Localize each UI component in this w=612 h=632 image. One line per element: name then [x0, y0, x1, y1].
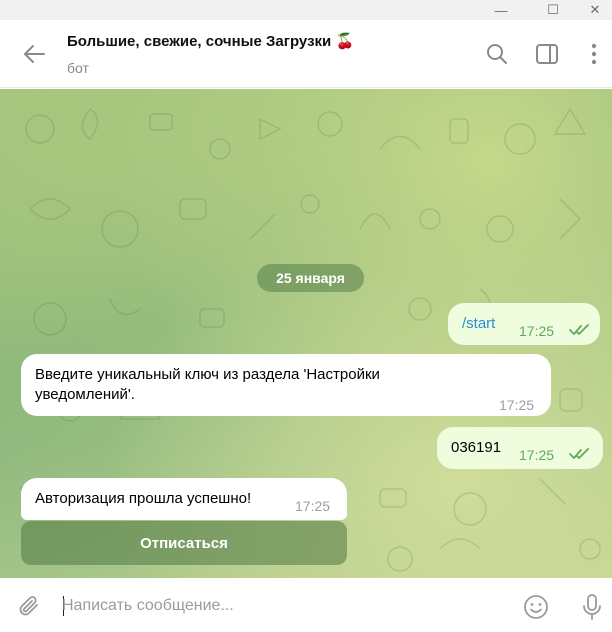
- attach-button[interactable]: [16, 593, 44, 621]
- maximize-button[interactable]: ☐: [536, 0, 570, 20]
- bot-command-link[interactable]: /start: [462, 314, 495, 334]
- message-text-line-2: уведомлений'.: [35, 386, 135, 403]
- incoming-message[interactable]: Авторизация прошла успешно! 17:25: [21, 478, 347, 520]
- unsubscribe-button[interactable]: Отписаться: [21, 521, 347, 565]
- chat-header: Большие, свежие, сочные Загрузки 🍒 бот: [0, 20, 612, 88]
- outgoing-message[interactable]: /start 17:25: [448, 303, 600, 345]
- date-divider: 25 января: [257, 264, 364, 292]
- chat-subtitle: бот: [67, 60, 89, 76]
- message-time: 17:25: [295, 498, 331, 514]
- back-arrow-icon: [24, 45, 45, 63]
- message-text: Авторизация прошла успешно!: [35, 490, 252, 507]
- voice-message-button[interactable]: [578, 593, 606, 621]
- minimize-button[interactable]: —: [484, 0, 518, 20]
- more-button[interactable]: [582, 42, 606, 66]
- double-check-icon: [569, 448, 589, 459]
- message-time: 17:25: [499, 397, 535, 413]
- sidebar-toggle-icon: [536, 44, 558, 64]
- outgoing-message[interactable]: 036191 17:25: [437, 427, 603, 469]
- message-time: 17:25: [519, 447, 555, 463]
- chat-title[interactable]: Большие, свежие, сочные Загрузки 🍒: [67, 32, 354, 50]
- window-titlebar: — ☐ ✕: [0, 0, 612, 20]
- search-button[interactable]: [485, 42, 509, 66]
- double-check-icon: [569, 324, 589, 335]
- search-icon: [487, 44, 507, 64]
- message-composer: [0, 578, 612, 632]
- attach-icon: [19, 596, 38, 616]
- sidebar-toggle-button[interactable]: [535, 42, 559, 66]
- emoji-icon: [524, 595, 548, 619]
- back-button[interactable]: [20, 42, 48, 66]
- close-window-button[interactable]: ✕: [578, 0, 612, 20]
- cherry-emoji-icon: 🍒: [335, 33, 355, 50]
- chat-messages-area[interactable]: 25 января /start 17:25 Введите уникальны…: [0, 89, 612, 578]
- message-input[interactable]: [62, 592, 502, 620]
- chat-title-text: Большие, свежие, сочные Загрузки: [67, 33, 332, 50]
- incoming-message[interactable]: Введите уникальный ключ из раздела 'Наст…: [21, 354, 551, 416]
- message-text-line-1: Введите уникальный ключ из раздела 'Наст…: [35, 366, 380, 383]
- emoji-button[interactable]: [522, 593, 550, 621]
- message-text: 036191: [451, 439, 502, 456]
- more-vertical-icon: [591, 43, 597, 65]
- message-time: 17:25: [519, 323, 555, 339]
- microphone-icon: [583, 594, 601, 620]
